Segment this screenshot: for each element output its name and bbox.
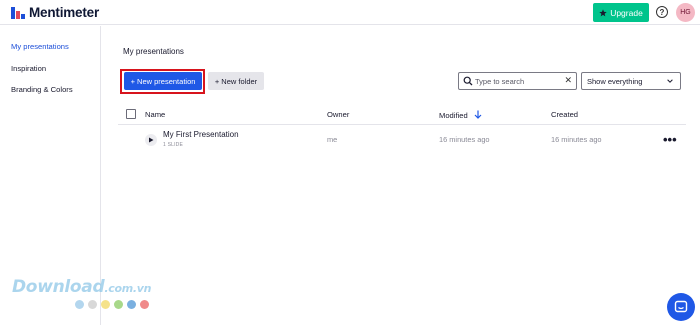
upgrade-button[interactable]: Upgrade — [593, 3, 649, 22]
play-icon[interactable] — [145, 134, 157, 146]
mentimeter-logo[interactable]: Mentimeter — [11, 5, 99, 20]
watermark-dots — [75, 300, 149, 309]
table-header-divider — [118, 124, 686, 125]
new-presentation-button[interactable]: + New presentation — [124, 72, 202, 90]
user-avatar[interactable]: HG — [676, 3, 695, 22]
presentation-created: 16 minutes ago — [551, 135, 602, 144]
chat-icon — [674, 300, 688, 313]
bar-chart-logo-icon — [11, 6, 25, 19]
search-icon — [463, 76, 473, 86]
new-folder-button[interactable]: + New folder — [208, 72, 264, 90]
filter-selected-value: Show everything — [587, 76, 643, 86]
select-all-checkbox[interactable] — [126, 109, 136, 119]
column-header-owner[interactable]: Owner — [327, 110, 349, 119]
presentation-owner: me — [327, 135, 338, 144]
top-bar: Mentimeter Upgrade ? HG — [0, 0, 700, 25]
search-input[interactable] — [475, 75, 561, 87]
more-options-icon[interactable]: ••• — [663, 132, 677, 147]
slide-count: 1 SLIDE — [163, 142, 184, 148]
help-icon[interactable]: ? — [656, 6, 668, 18]
watermark-dot — [88, 300, 97, 309]
watermark-suffix: .com.vn — [104, 282, 152, 295]
column-header-modified[interactable]: Modified — [439, 110, 482, 120]
star-icon — [599, 8, 607, 16]
chat-support-button[interactable] — [667, 293, 695, 321]
watermark-dot — [127, 300, 136, 309]
brand-name: Mentimeter — [29, 5, 100, 20]
filter-select[interactable]: Show everything — [581, 72, 681, 90]
clear-search-icon[interactable]: ✕ — [564, 75, 572, 86]
column-header-modified-label: Modified — [439, 111, 468, 120]
column-header-created[interactable]: Created — [551, 110, 578, 119]
sidebar-item-branding-colors[interactable]: Branding & Colors — [11, 85, 73, 94]
column-header-name[interactable]: Name — [145, 110, 165, 119]
page-title: My presentations — [123, 47, 184, 56]
upgrade-label: Upgrade — [610, 7, 643, 18]
watermark-text: Download — [12, 277, 105, 297]
presentation-name[interactable]: My First Presentation — [163, 130, 239, 139]
chevron-down-icon — [667, 79, 673, 83]
sidebar-item-my-presentations[interactable]: My presentations — [11, 42, 69, 51]
watermark-dot — [140, 300, 149, 309]
search-field[interactable]: ✕ — [458, 72, 577, 90]
presentation-modified: 16 minutes ago — [439, 135, 490, 144]
sidebar-item-inspiration[interactable]: Inspiration — [11, 64, 46, 73]
sort-descending-icon — [474, 110, 482, 119]
watermark-dot — [75, 300, 84, 309]
watermark-dot — [101, 300, 110, 309]
watermark-dot — [114, 300, 123, 309]
download-watermark: Download.com.vn — [12, 277, 151, 297]
